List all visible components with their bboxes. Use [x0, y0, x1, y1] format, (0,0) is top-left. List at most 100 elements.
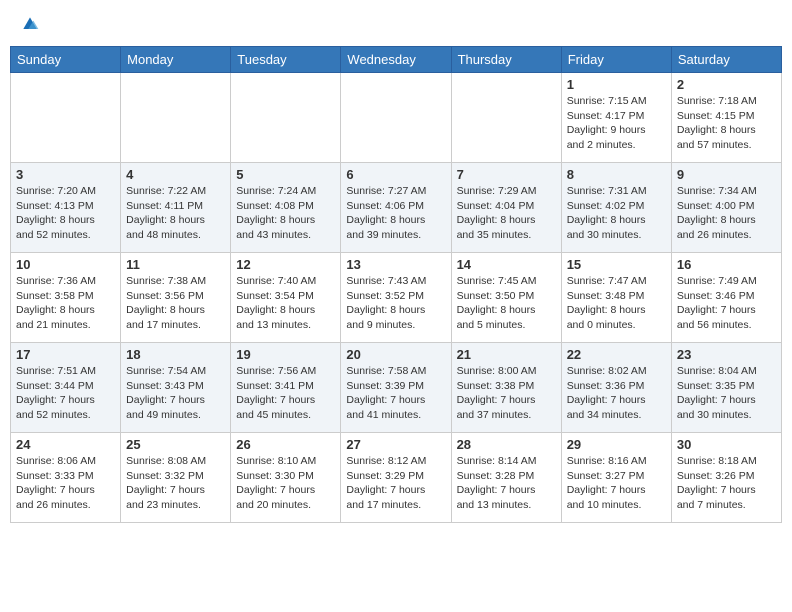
- day-number: 17: [16, 347, 115, 362]
- calendar-cell: 11 Sunrise: 7:38 AMSunset: 3:56 PMDayligh…: [121, 253, 231, 343]
- day-info: Sunrise: 8:18 AMSunset: 3:26 PMDaylight:…: [677, 454, 776, 513]
- calendar-cell: 16 Sunrise: 7:49 AMSunset: 3:46 PMDayligh…: [671, 253, 781, 343]
- day-info: Sunrise: 7:56 AMSunset: 3:41 PMDaylight:…: [236, 364, 335, 423]
- day-info: Sunrise: 7:36 AMSunset: 3:58 PMDaylight:…: [16, 274, 115, 333]
- calendar-cell: 21 Sunrise: 8:00 AMSunset: 3:38 PMDayligh…: [451, 343, 561, 433]
- day-number: 2: [677, 77, 776, 92]
- day-info: Sunrise: 8:00 AMSunset: 3:38 PMDaylight:…: [457, 364, 556, 423]
- day-info: Sunrise: 7:31 AMSunset: 4:02 PMDaylight:…: [567, 184, 666, 243]
- calendar-cell: 9 Sunrise: 7:34 AMSunset: 4:00 PMDaylight…: [671, 163, 781, 253]
- day-number: 24: [16, 437, 115, 452]
- day-number: 27: [346, 437, 445, 452]
- day-number: 25: [126, 437, 225, 452]
- calendar-cell: 25Sunrise: 8:08 AMSunset: 3:32 PMDayligh…: [121, 433, 231, 523]
- calendar-cell: 8 Sunrise: 7:31 AMSunset: 4:02 PMDaylight…: [561, 163, 671, 253]
- day-info: Sunrise: 7:43 AMSunset: 3:52 PMDaylight:…: [346, 274, 445, 333]
- calendar-cell: 17 Sunrise: 7:51 AMSunset: 3:44 PMDayligh…: [11, 343, 121, 433]
- day-number: 26: [236, 437, 335, 452]
- day-info: Sunrise: 7:29 AMSunset: 4:04 PMDaylight:…: [457, 184, 556, 243]
- day-number: 18: [126, 347, 225, 362]
- calendar-cell: 13 Sunrise: 7:43 AMSunset: 3:52 PMDayligh…: [341, 253, 451, 343]
- day-number: 14: [457, 257, 556, 272]
- day-number: 9: [677, 167, 776, 182]
- calendar-cell: 2 Sunrise: 7:18 AMSunset: 4:15 PMDaylight…: [671, 73, 781, 163]
- calendar-cell: [121, 73, 231, 163]
- calendar-cell: 30Sunrise: 8:18 AMSunset: 3:26 PMDayligh…: [671, 433, 781, 523]
- day-info: Sunrise: 8:04 AMSunset: 3:35 PMDaylight:…: [677, 364, 776, 423]
- calendar-cell: 15 Sunrise: 7:47 AMSunset: 3:48 PMDayligh…: [561, 253, 671, 343]
- day-number: 28: [457, 437, 556, 452]
- day-number: 22: [567, 347, 666, 362]
- calendar-header-row: SundayMondayTuesdayWednesdayThursdayFrid…: [11, 47, 782, 73]
- day-info: Sunrise: 7:51 AMSunset: 3:44 PMDaylight:…: [16, 364, 115, 423]
- day-info: Sunrise: 7:45 AMSunset: 3:50 PMDaylight:…: [457, 274, 556, 333]
- day-number: 13: [346, 257, 445, 272]
- day-number: 11: [126, 257, 225, 272]
- calendar-header-friday: Friday: [561, 47, 671, 73]
- day-number: 12: [236, 257, 335, 272]
- day-number: 19: [236, 347, 335, 362]
- day-number: 1: [567, 77, 666, 92]
- day-info: Sunrise: 7:47 AMSunset: 3:48 PMDaylight:…: [567, 274, 666, 333]
- calendar-cell: 4Sunrise: 7:22 AMSunset: 4:11 PMDaylight…: [121, 163, 231, 253]
- day-number: 15: [567, 257, 666, 272]
- day-info: Sunrise: 8:10 AMSunset: 3:30 PMDaylight:…: [236, 454, 335, 513]
- calendar-header-sunday: Sunday: [11, 47, 121, 73]
- calendar-cell: [11, 73, 121, 163]
- day-info: Sunrise: 7:34 AMSunset: 4:00 PMDaylight:…: [677, 184, 776, 243]
- logo-icon: [20, 14, 40, 34]
- calendar-header-saturday: Saturday: [671, 47, 781, 73]
- day-number: 3: [16, 167, 115, 182]
- calendar-cell: 24 Sunrise: 8:06 AMSunset: 3:33 PMDayligh…: [11, 433, 121, 523]
- calendar-week-1: 1Sunrise: 7:15 AMSunset: 4:17 PMDaylight…: [11, 73, 782, 163]
- calendar-cell: 14 Sunrise: 7:45 AMSunset: 3:50 PMDayligh…: [451, 253, 561, 343]
- day-number: 10: [16, 257, 115, 272]
- calendar-week-5: 24 Sunrise: 8:06 AMSunset: 3:33 PMDayligh…: [11, 433, 782, 523]
- calendar-header-tuesday: Tuesday: [231, 47, 341, 73]
- calendar-header-thursday: Thursday: [451, 47, 561, 73]
- day-number: 5: [236, 167, 335, 182]
- day-number: 23: [677, 347, 776, 362]
- calendar-cell: 5 Sunrise: 7:24 AMSunset: 4:08 PMDaylight…: [231, 163, 341, 253]
- day-number: 7: [457, 167, 556, 182]
- day-info: Sunrise: 7:40 AMSunset: 3:54 PMDaylight:…: [236, 274, 335, 333]
- calendar-cell: 1Sunrise: 7:15 AMSunset: 4:17 PMDaylight…: [561, 73, 671, 163]
- calendar: SundayMondayTuesdayWednesdayThursdayFrid…: [10, 46, 782, 523]
- calendar-cell: 20Sunrise: 7:58 AMSunset: 3:39 PMDayligh…: [341, 343, 451, 433]
- day-number: 4: [126, 167, 225, 182]
- calendar-cell: 28 Sunrise: 8:14 AMSunset: 3:28 PMDayligh…: [451, 433, 561, 523]
- day-info: Sunrise: 8:16 AMSunset: 3:27 PMDaylight:…: [567, 454, 666, 513]
- day-info: Sunrise: 7:38 AMSunset: 3:56 PMDaylight:…: [126, 274, 225, 333]
- day-info: Sunrise: 7:49 AMSunset: 3:46 PMDaylight:…: [677, 274, 776, 333]
- day-info: Sunrise: 7:18 AMSunset: 4:15 PMDaylight:…: [677, 94, 776, 153]
- calendar-cell: 3 Sunrise: 7:20 AMSunset: 4:13 PMDaylight…: [11, 163, 121, 253]
- calendar-header-monday: Monday: [121, 47, 231, 73]
- day-number: 21: [457, 347, 556, 362]
- calendar-cell: [451, 73, 561, 163]
- calendar-cell: 22Sunrise: 8:02 AMSunset: 3:36 PMDayligh…: [561, 343, 671, 433]
- day-number: 6: [346, 167, 445, 182]
- day-info: Sunrise: 7:24 AMSunset: 4:08 PMDaylight:…: [236, 184, 335, 243]
- calendar-week-2: 3 Sunrise: 7:20 AMSunset: 4:13 PMDaylight…: [11, 163, 782, 253]
- day-number: 16: [677, 257, 776, 272]
- day-info: Sunrise: 8:14 AMSunset: 3:28 PMDaylight:…: [457, 454, 556, 513]
- day-number: 8: [567, 167, 666, 182]
- calendar-cell: 19 Sunrise: 7:56 AMSunset: 3:41 PMDayligh…: [231, 343, 341, 433]
- page-header: [10, 10, 782, 38]
- calendar-header-wednesday: Wednesday: [341, 47, 451, 73]
- calendar-cell: 29 Sunrise: 8:16 AMSunset: 3:27 PMDayligh…: [561, 433, 671, 523]
- day-info: Sunrise: 7:54 AMSunset: 3:43 PMDaylight:…: [126, 364, 225, 423]
- calendar-cell: 26 Sunrise: 8:10 AMSunset: 3:30 PMDayligh…: [231, 433, 341, 523]
- calendar-cell: 18 Sunrise: 7:54 AMSunset: 3:43 PMDayligh…: [121, 343, 231, 433]
- calendar-cell: [231, 73, 341, 163]
- logo: [18, 14, 40, 34]
- calendar-cell: 12 Sunrise: 7:40 AMSunset: 3:54 PMDayligh…: [231, 253, 341, 343]
- day-number: 29: [567, 437, 666, 452]
- calendar-week-4: 17 Sunrise: 7:51 AMSunset: 3:44 PMDayligh…: [11, 343, 782, 433]
- day-info: Sunrise: 8:12 AMSunset: 3:29 PMDaylight:…: [346, 454, 445, 513]
- day-info: Sunrise: 8:06 AMSunset: 3:33 PMDaylight:…: [16, 454, 115, 513]
- calendar-cell: 7 Sunrise: 7:29 AMSunset: 4:04 PMDaylight…: [451, 163, 561, 253]
- day-info: Sunrise: 7:20 AMSunset: 4:13 PMDaylight:…: [16, 184, 115, 243]
- calendar-cell: 10 Sunrise: 7:36 AMSunset: 3:58 PMDayligh…: [11, 253, 121, 343]
- day-number: 20: [346, 347, 445, 362]
